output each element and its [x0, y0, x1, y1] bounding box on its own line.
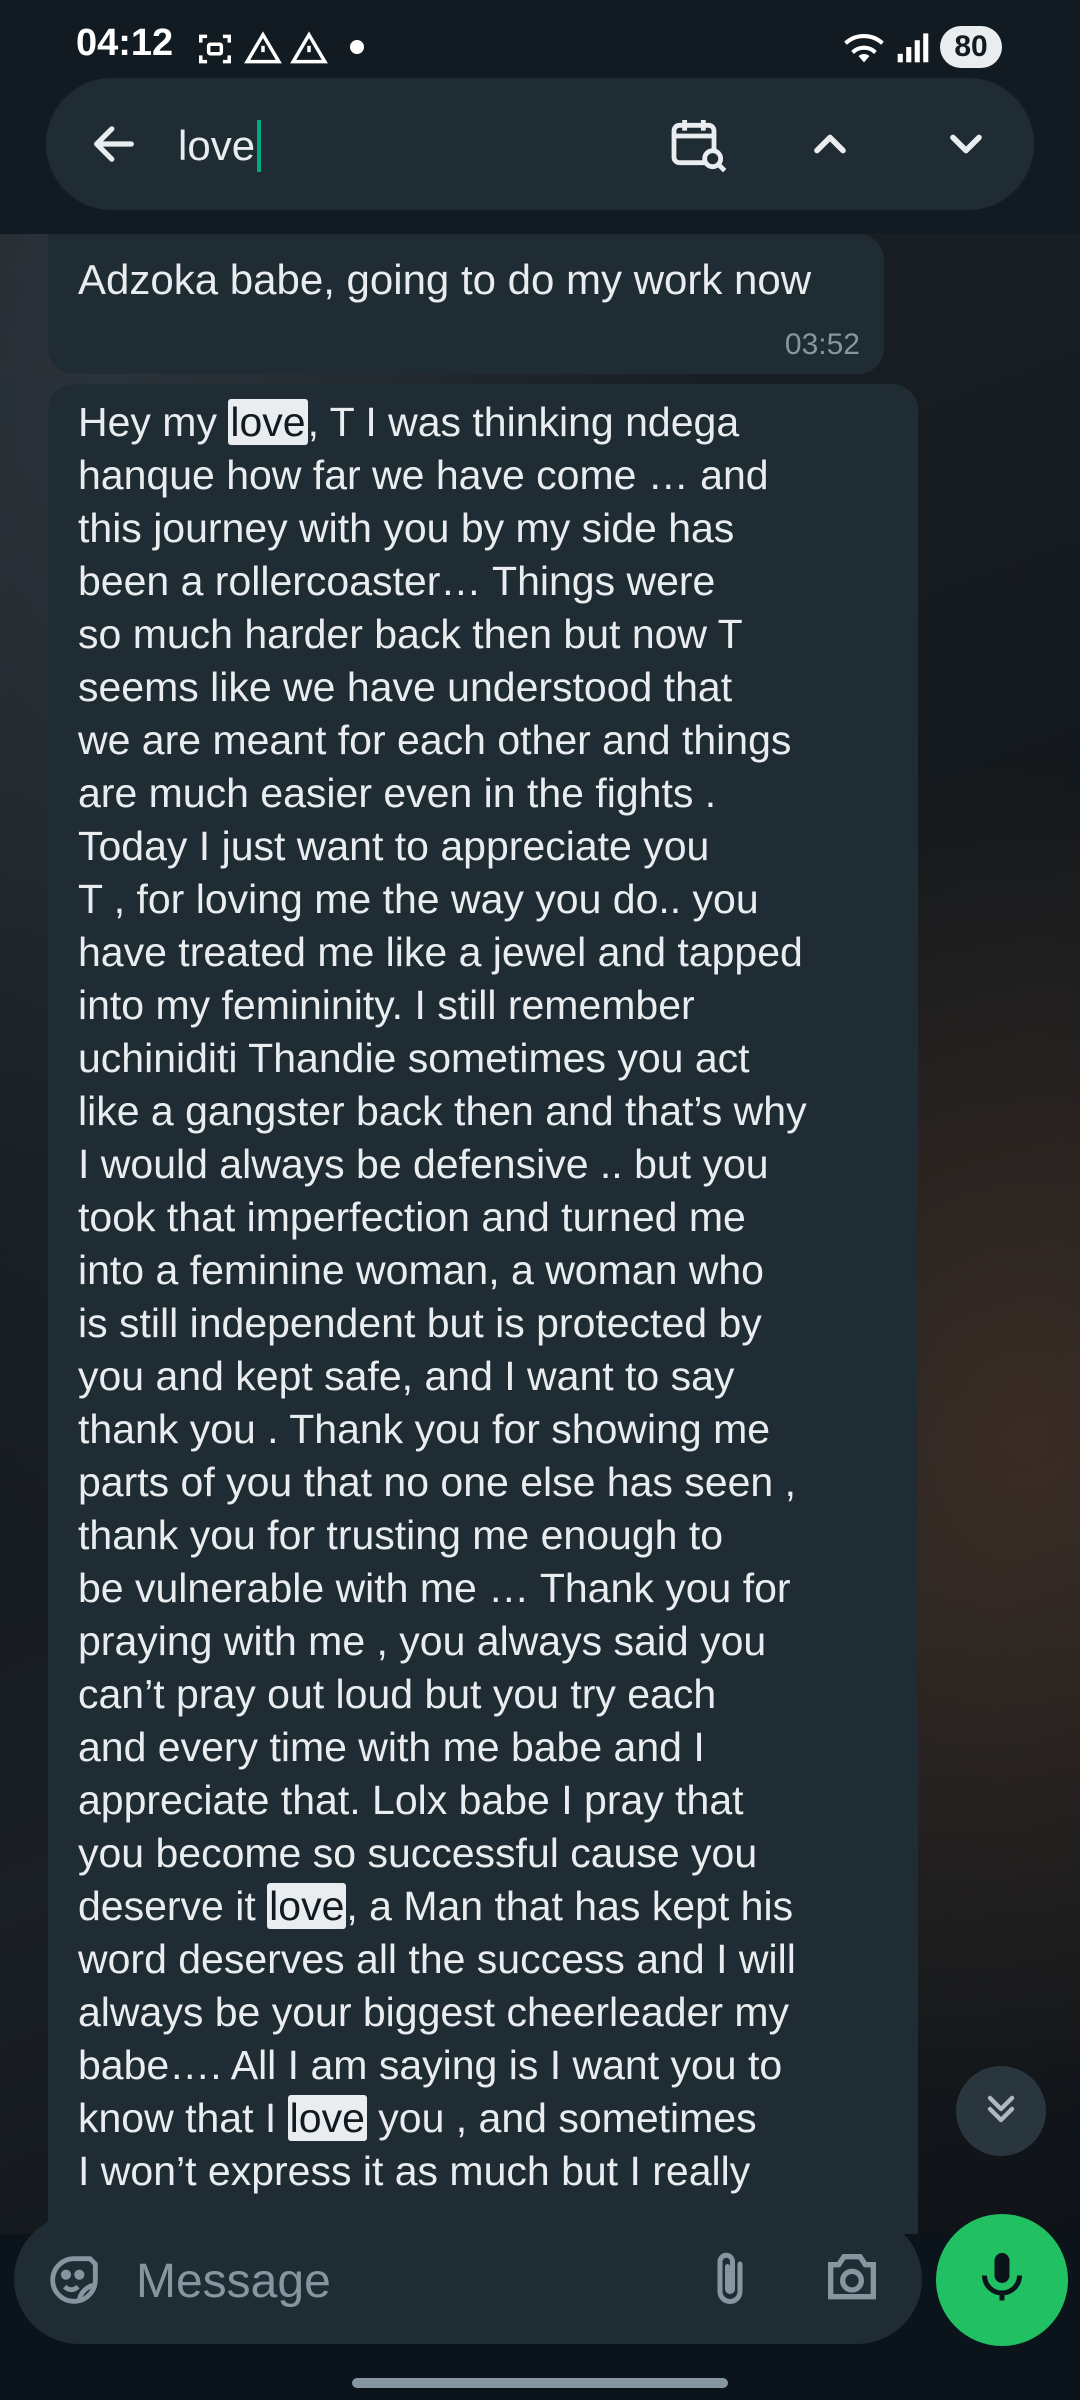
message-bubble[interactable]: Hey my love, T I was thinking ndega hanq…	[48, 384, 918, 2234]
search-bar: love	[46, 78, 1034, 210]
wifi-icon	[842, 30, 886, 71]
back-arrow-icon[interactable]	[88, 118, 140, 175]
message-composer: Message	[14, 2214, 922, 2344]
search-query: love	[178, 122, 256, 169]
camera-icon[interactable]	[820, 2246, 884, 2315]
text-caret	[257, 120, 262, 172]
search-highlight: love	[267, 1883, 347, 1929]
search-highlight: love	[287, 2095, 367, 2141]
dot-icon	[350, 40, 364, 54]
message-segment: , T I was thinking ndega hanque how far …	[78, 399, 807, 1929]
alert-triangle-icon	[290, 30, 328, 73]
sticker-icon[interactable]	[42, 2248, 106, 2317]
message-time: 03:52	[784, 328, 860, 361]
voice-message-button[interactable]	[936, 2214, 1068, 2346]
search-input[interactable]: love	[178, 120, 262, 172]
message-input[interactable]: Message	[136, 2254, 331, 2309]
battery-level: 80	[940, 26, 1002, 68]
screenshot-icon	[196, 30, 234, 73]
message-bubble[interactable]: Adzoka babe, going to do my work now 03:…	[48, 234, 884, 374]
double-chevron-down-icon	[979, 2087, 1023, 2136]
home-indicator[interactable]	[352, 2378, 728, 2388]
calendar-search-icon[interactable]	[666, 112, 730, 181]
chat-area[interactable]: Adzoka babe, going to do my work now 03:…	[0, 234, 1080, 2234]
paperclip-icon[interactable]	[700, 2244, 760, 2319]
chevron-down-icon[interactable]	[940, 118, 992, 175]
alert-triangle-icon	[244, 30, 282, 73]
message-text: Hey my love, T I was thinking ndega hanq…	[78, 396, 908, 2198]
scroll-to-bottom-button[interactable]	[956, 2066, 1046, 2156]
message-text: Adzoka babe, going to do my work now	[78, 256, 812, 303]
chevron-up-icon[interactable]	[804, 118, 856, 175]
navigation-bar	[0, 2356, 1080, 2400]
microphone-icon	[972, 2248, 1032, 2313]
search-highlight: love	[228, 399, 308, 445]
status-time: 04:12	[76, 22, 174, 64]
signal-icon	[896, 30, 930, 69]
message-segment: Hey my	[78, 399, 229, 445]
